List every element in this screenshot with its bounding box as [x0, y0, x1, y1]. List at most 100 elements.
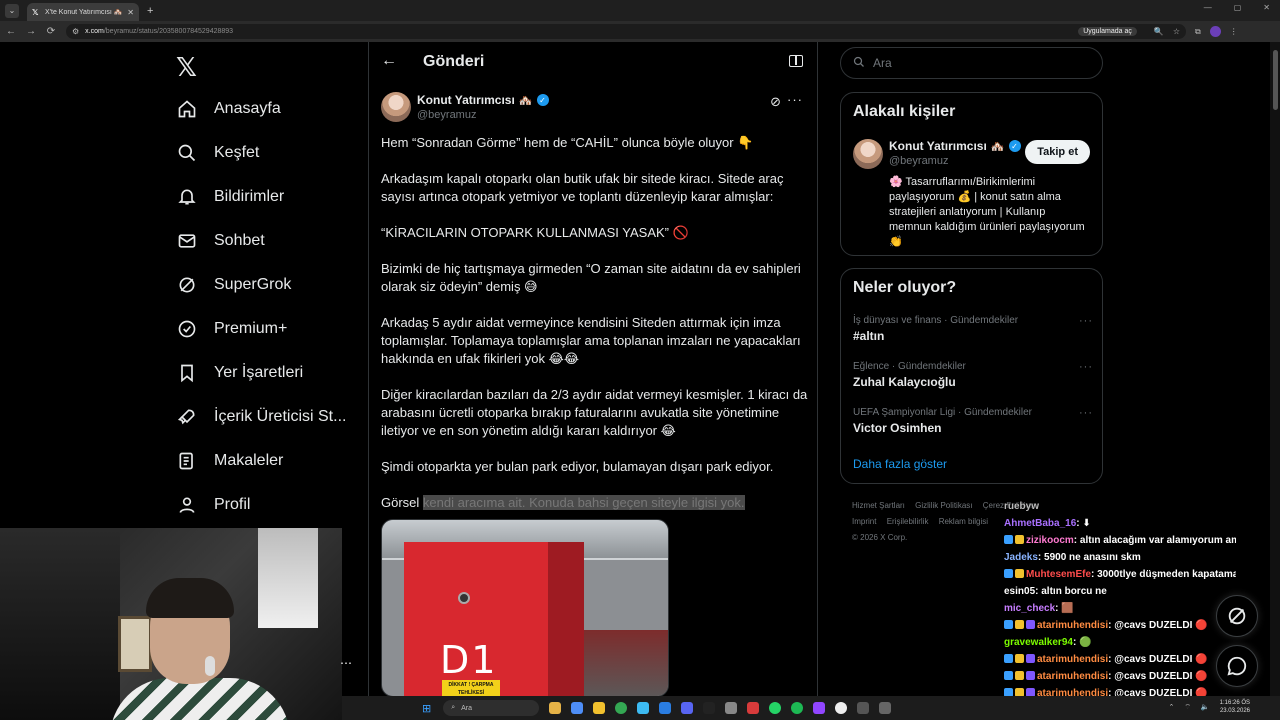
app-icon[interactable]	[593, 702, 606, 714]
chat-username[interactable]: AhmetBaba_16	[1004, 518, 1076, 529]
nav-item-supergrok[interactable]: SuperGrok	[176, 274, 291, 296]
chrome-icon[interactable]	[615, 702, 628, 714]
tab-search-icon[interactable]: ⌄	[5, 3, 19, 18]
more-options-icon[interactable]: ···	[1079, 315, 1093, 327]
webcam-person-shirt	[110, 678, 290, 720]
zoom-icon[interactable]: 🔍	[1154, 27, 1164, 36]
whatsapp-icon[interactable]	[769, 702, 782, 714]
spotify-icon[interactable]	[791, 702, 804, 714]
nav-item-premium[interactable]: Premium+	[176, 318, 287, 340]
nav-item-chat[interactable]: Sohbet	[176, 230, 265, 252]
app-icon[interactable]	[571, 702, 584, 714]
app-icon[interactable]	[857, 702, 870, 714]
clock[interactable]: 1:16:26 ÖS 23.03.2026	[1220, 699, 1250, 715]
new-tab-icon[interactable]: +	[147, 5, 153, 17]
reader-mode-icon[interactable]	[789, 55, 803, 67]
menu-icon[interactable]: ⋮	[1230, 27, 1238, 36]
related-handle[interactable]: @beyramuz	[889, 155, 948, 167]
author-name-row[interactable]: Konut Yatırımcısı 🏘️ ✓	[417, 93, 549, 107]
scrollbar-thumb[interactable]	[1273, 50, 1278, 110]
nav-item-explore[interactable]: Keşfet	[176, 142, 259, 164]
back-arrow-icon[interactable]: ←	[381, 52, 397, 70]
chat-username[interactable]: ruebyw	[1004, 501, 1039, 512]
chat-username[interactable]: mic_check	[1004, 603, 1055, 614]
volume-icon[interactable]: 🔈	[1201, 703, 1210, 711]
profile-avatar[interactable]	[1209, 26, 1221, 37]
footer-link[interactable]: Erişilebilirlik	[887, 517, 929, 526]
author-handle[interactable]: @beyramuz	[417, 109, 476, 121]
footer-link[interactable]: Reklam bilgisi	[939, 517, 988, 526]
nav-label: Premium+	[214, 320, 288, 337]
url-field[interactable]: ⚙ x.com/beyramuz/status/2035800784529428…	[66, 24, 1186, 39]
discord-icon[interactable]	[681, 702, 694, 714]
verified-icon	[176, 318, 198, 340]
network-icon[interactable]: ⌔	[1184, 703, 1191, 712]
more-dots-icon[interactable]: ⋯	[340, 656, 352, 670]
more-options-icon[interactable]: ···	[787, 92, 803, 107]
app-icon[interactable]	[637, 702, 650, 714]
footer-link[interactable]: Hizmet Şartları	[852, 501, 905, 510]
grok-fab-button[interactable]	[1216, 595, 1258, 637]
footer-copyright: © 2026 X Corp.	[852, 533, 908, 542]
edge-icon[interactable]	[659, 702, 672, 714]
file-explorer-icon[interactable]	[549, 702, 562, 714]
nav-item-articles[interactable]: Makaleler	[176, 450, 283, 472]
bookmark-icon	[176, 362, 198, 384]
nav-item-home[interactable]: Anasayfa	[176, 98, 281, 120]
nav-item-notifications[interactable]: Bildirimler	[176, 186, 284, 208]
related-name-row[interactable]: Konut Yatırımcısı 🏘️ ✓	[889, 139, 1021, 153]
extensions-icon[interactable]: ⧉	[1195, 27, 1201, 37]
grok-icon[interactable]: ⊘	[770, 94, 781, 110]
x-logo-icon[interactable]: 𝕏	[176, 52, 197, 83]
nav-label: Sohbet	[214, 232, 265, 249]
site-info-icon[interactable]: ⚙	[72, 27, 79, 36]
minimize-icon[interactable]: —	[1204, 3, 1212, 12]
app-icon[interactable]	[879, 702, 892, 714]
app-icon[interactable]	[725, 702, 738, 714]
taskbar-search-input[interactable]: ⌕ Ara	[443, 700, 540, 716]
maximize-icon[interactable]: ▢	[1234, 3, 1242, 12]
browser-tab[interactable]: 𝕏 X'te Konut Yatırımcısı 🏘️: "Hem ✕	[27, 3, 139, 21]
avatar[interactable]	[853, 139, 883, 169]
open-in-app-button[interactable]: Uygulamada aç	[1078, 27, 1137, 36]
app-icon[interactable]	[703, 702, 716, 714]
chat-username[interactable]: esin05	[1004, 586, 1035, 597]
trend-item[interactable]: UEFA Şampiyonlar Ligi · Gündemdekiler Vi…	[853, 407, 1093, 435]
footer-link[interactable]: Gizlilik Politikası	[915, 501, 972, 510]
nav-item-profile[interactable]: Profil	[176, 494, 250, 516]
forward-icon[interactable]: →	[22, 26, 40, 37]
reload-icon[interactable]: ⟳	[42, 26, 60, 37]
window-controls: — ▢ ✕	[1204, 3, 1270, 12]
nav-item-creator-studio[interactable]: İçerik Üreticisi St...	[176, 406, 346, 428]
back-icon[interactable]: ←	[2, 26, 20, 37]
messages-fab-button[interactable]	[1216, 645, 1258, 687]
trend-item[interactable]: İş dünyası ve finans · Gündemdekiler #al…	[853, 315, 1093, 343]
chat-username[interactable]: gravewalker94	[1004, 637, 1073, 648]
close-window-icon[interactable]: ✕	[1263, 3, 1270, 12]
follow-button[interactable]: Takip et	[1025, 140, 1090, 164]
more-options-icon[interactable]: ···	[1079, 361, 1093, 373]
trend-item[interactable]: Eğlence · Gündemdekiler Zuhal Kalaycıoğl…	[853, 361, 1093, 389]
chat-text: : altın borcu ne	[1035, 586, 1107, 597]
chat-username[interactable]: MuhtesemEfe	[1026, 569, 1091, 580]
windows-start-icon[interactable]: ⊞	[422, 702, 431, 715]
tab-close-icon[interactable]: ✕	[127, 8, 134, 17]
star-icon[interactable]: ☆	[1173, 27, 1180, 36]
obs-icon[interactable]	[835, 702, 848, 714]
more-options-icon[interactable]: ···	[1079, 407, 1093, 419]
chat-username[interactable]: atarimuhendisi	[1037, 620, 1108, 631]
chevron-up-icon[interactable]: ⌃	[1168, 703, 1174, 711]
footer-link[interactable]: Imprint	[852, 517, 876, 526]
post-image[interactable]: D1 DİKKAT ! ÇARPMA TEHLİKESİ	[381, 519, 669, 696]
app-icon[interactable]	[747, 702, 760, 714]
chat-username[interactable]: zizikoocm	[1026, 535, 1074, 546]
twitch-icon[interactable]	[813, 702, 826, 714]
avatar[interactable]	[381, 92, 411, 122]
show-more-link[interactable]: Daha fazla göster	[853, 457, 947, 471]
chat-username[interactable]: atarimuhendisi	[1037, 671, 1108, 682]
chat-username[interactable]: Jadeks	[1004, 552, 1038, 563]
page-scrollbar[interactable]	[1270, 42, 1280, 696]
search-input[interactable]: Ara	[840, 47, 1103, 79]
nav-item-bookmarks[interactable]: Yer İşaretleri	[176, 362, 303, 384]
chat-username[interactable]: atarimuhendisi	[1037, 654, 1108, 665]
